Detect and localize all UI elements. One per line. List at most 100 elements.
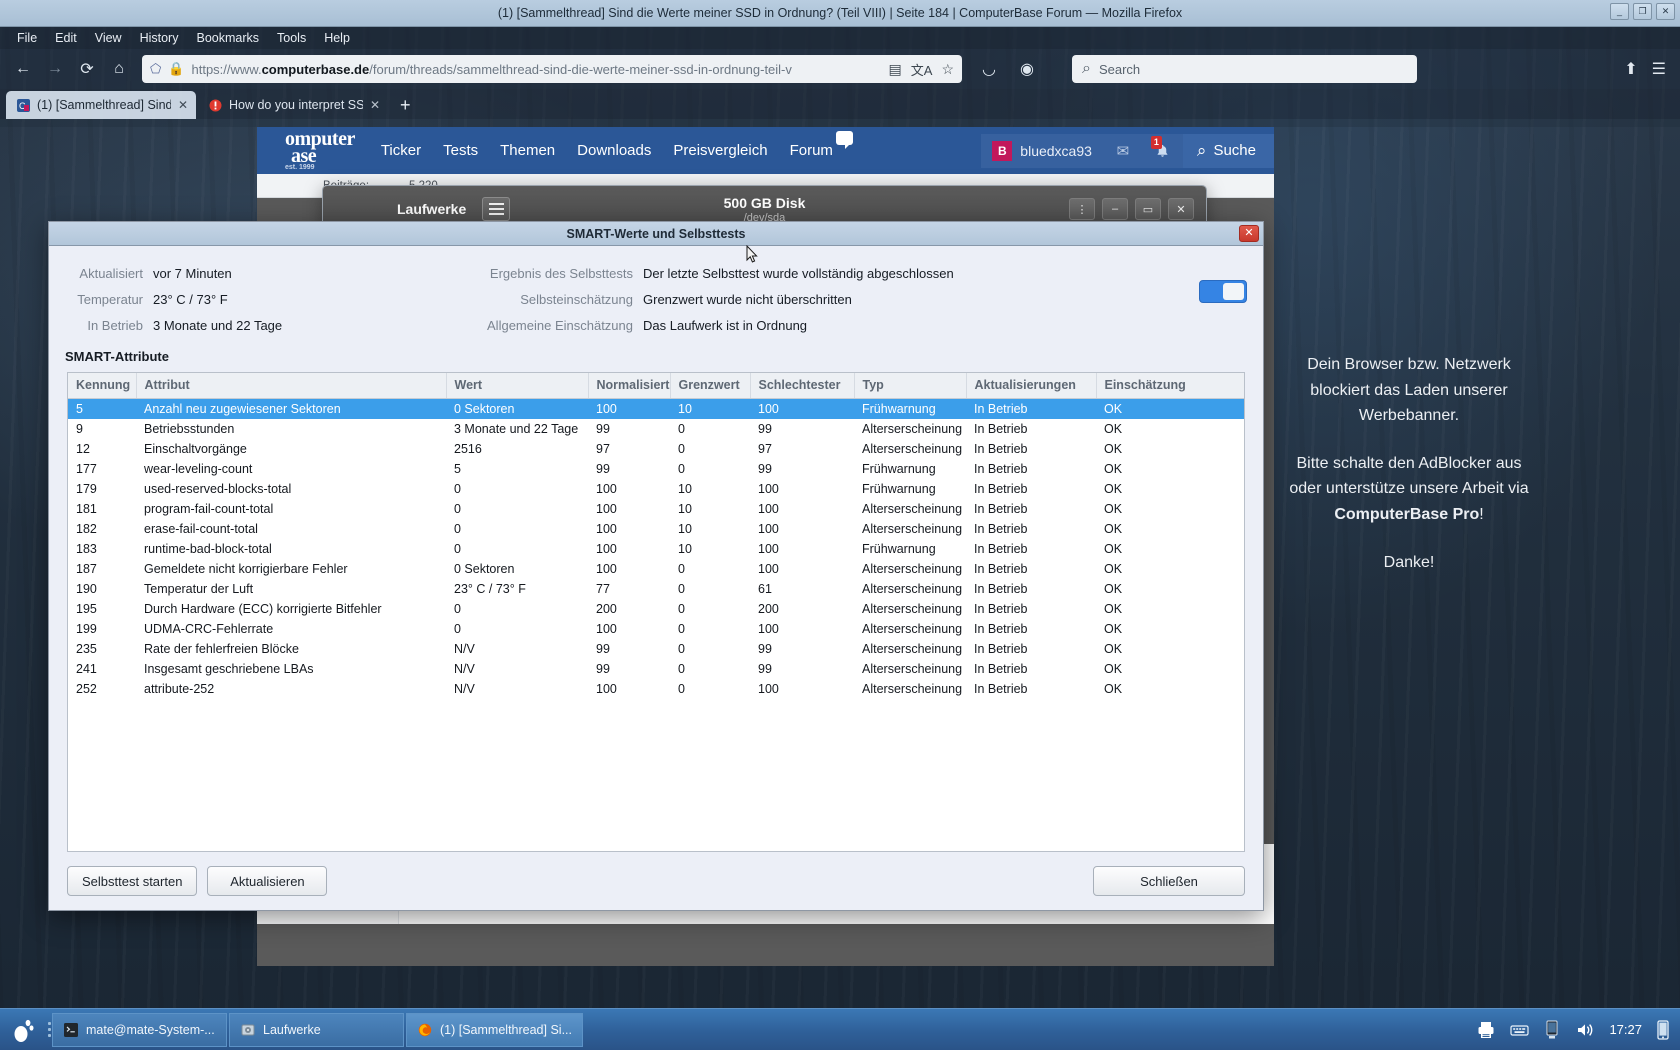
app-menu-icon[interactable]: ☰: [1652, 59, 1666, 79]
table-row[interactable]: 187 Gemeldete nicht korrigierbare Fehler 0…: [68, 559, 1244, 579]
cell-normalisiert: 99: [596, 462, 610, 476]
dialog-close-icon[interactable]: ✕: [1239, 225, 1259, 242]
reload-icon[interactable]: ⟳: [72, 54, 102, 84]
nav-themen[interactable]: Themen: [500, 142, 555, 159]
maximize-button[interactable]: ❐: [1633, 3, 1652, 20]
keyboard-icon[interactable]: [1510, 1022, 1530, 1038]
start-menu-button[interactable]: [0, 1009, 46, 1050]
nav-ticker[interactable]: Ticker: [381, 142, 421, 159]
pocket-icon[interactable]: ◡: [974, 54, 1004, 84]
minimize-button[interactable]: _: [1610, 3, 1629, 20]
column-header-normalisiert[interactable]: Normalisiert: [588, 373, 671, 399]
translate-icon[interactable]: 文A: [911, 60, 933, 79]
tab-label: (1) [Sammelthread] Sind: [37, 98, 171, 112]
cell-einschaetzung: OK: [1104, 542, 1123, 556]
table-row[interactable]: 252 attribute-252 N/V 100 0 100 Alterserschein…: [68, 679, 1244, 699]
address-bar[interactable]: ⬠ 🔒 https://www.computerbase.de/forum/th…: [142, 55, 962, 83]
display-icon[interactable]: [1543, 1020, 1561, 1040]
tab-sammelthread[interactable]: C (1) [Sammelthread] Sind ✕: [6, 91, 196, 119]
menu-view[interactable]: View: [86, 29, 131, 47]
cell-schlechtester: 100: [758, 482, 779, 496]
column-header-typ[interactable]: Typ: [854, 373, 967, 399]
dialog-close-button[interactable]: Schließen: [1093, 866, 1245, 896]
tab-close-icon[interactable]: ✕: [370, 98, 380, 112]
user-menu[interactable]: B bluedxca93: [981, 133, 1103, 168]
clock[interactable]: 17:27: [1609, 1022, 1642, 1037]
table-row[interactable]: 9 Betriebsstunden 3 Monate und 22 Tage 99 0 9…: [68, 419, 1244, 439]
smart-enabled-toggle[interactable]: [1199, 280, 1247, 303]
column-header-grenzwert[interactable]: Grenzwert: [670, 373, 751, 399]
menu-history[interactable]: History: [131, 29, 188, 47]
cell-wert: 3 Monate und 22 Tage: [454, 422, 579, 436]
smart-attributes-table-wrapper[interactable]: Kennung Attribut Wert Normalisiert Grenz…: [67, 372, 1245, 852]
column-header-wert[interactable]: Wert: [446, 373, 589, 399]
new-tab-button[interactable]: +: [390, 95, 421, 119]
nav-tests[interactable]: Tests: [443, 142, 478, 159]
site-search-button[interactable]: ⌕ Suche: [1182, 133, 1274, 168]
extensions-icon[interactable]: ⬆: [1624, 59, 1637, 79]
column-header-kennung[interactable]: Kennung: [68, 373, 137, 399]
column-header-einschaetzung[interactable]: Einschätzung: [1096, 373, 1244, 399]
computerbase-logo[interactable]: omputer ase est. 1999: [285, 129, 355, 171]
table-row[interactable]: 12 Einschaltvorgänge 2516 97 0 97 Altersersche…: [68, 439, 1244, 459]
notifications-icon[interactable]: 1: [1142, 133, 1183, 168]
nav-forum[interactable]: Forum: [790, 131, 853, 159]
menu-tools[interactable]: Tools: [268, 29, 315, 47]
back-icon[interactable]: ←: [8, 54, 38, 84]
table-row[interactable]: 195 Durch Hardware (ECC) korrigierte Bitf…: [68, 599, 1244, 619]
tab-ssd-interpret[interactable]: How do you interpret SSD ✕: [198, 91, 388, 119]
cell-attribut: used-reserved-blocks-total: [144, 482, 292, 496]
taskbar-item-firefox[interactable]: (1) [Sammelthread] Si...: [406, 1012, 583, 1047]
table-row[interactable]: 190 Temperatur der Luft 23° C / 73° F 77 0 61…: [68, 579, 1244, 599]
disks-close-button[interactable]: ✕: [1168, 198, 1194, 220]
cell-attribut: runtime-bad-block-total: [144, 542, 272, 556]
table-row[interactable]: 235 Rate der fehlerfreien Blöcke N/V 99 0 99 A…: [68, 639, 1244, 659]
forward-icon[interactable]: →: [40, 54, 70, 84]
table-row[interactable]: 181 program-fail-count-total 0 100 10 100 Alte…: [68, 499, 1244, 519]
table-row[interactable]: 177 wear-leveling-count 5 99 0 99 Frühwarnung I…: [68, 459, 1244, 479]
table-row[interactable]: 182 erase-fail-count-total 0 100 10 100 Alters…: [68, 519, 1244, 539]
tab-close-icon[interactable]: ✕: [178, 98, 188, 112]
reader-mode-icon[interactable]: ▤: [889, 61, 902, 78]
more-options-icon[interactable]: ⋮: [1069, 198, 1095, 220]
menu-bar: File Edit View History Bookmarks Tools H…: [0, 27, 1680, 49]
hamburger-icon[interactable]: [482, 197, 511, 221]
url-domain: computerbase.de: [261, 61, 370, 77]
column-header-attribut[interactable]: Attribut: [136, 373, 447, 399]
menu-file[interactable]: File: [8, 29, 46, 47]
column-header-schlechtester[interactable]: Schlechtester: [750, 373, 855, 399]
menu-edit[interactable]: Edit: [46, 29, 86, 47]
printer-icon[interactable]: [1476, 1020, 1496, 1040]
table-row[interactable]: 183 runtime-bad-block-total 0 100 10 100 Frühw…: [68, 539, 1244, 559]
computerbase-pro-link[interactable]: ComputerBase Pro: [1334, 506, 1479, 523]
table-row[interactable]: 241 Insgesamt geschriebene LBAs N/V 99 0 99 Al…: [68, 659, 1244, 679]
close-button[interactable]: ✕: [1656, 3, 1675, 20]
address-bar-icons: ▤ 文A ☆: [889, 60, 954, 79]
taskbar-item-terminal[interactable]: mate@mate-System-...: [52, 1012, 227, 1047]
table-body: 5 Anzahl neu zugewiesener Sektoren 0 Sekto…: [68, 398, 1244, 700]
bookmark-star-icon[interactable]: ☆: [941, 61, 954, 78]
start-selftest-button[interactable]: Selbsttest starten: [67, 866, 198, 896]
home-icon[interactable]: ⌂: [104, 54, 134, 84]
cell-aktualisierungen: In Betrieb: [974, 522, 1028, 536]
nav-downloads[interactable]: Downloads: [577, 142, 651, 159]
cell-attribut: attribute-252: [144, 682, 215, 696]
table-row[interactable]: 179 used-reserved-blocks-total 0 100 10 100 Fr…: [68, 479, 1244, 499]
account-icon[interactable]: ◉: [1012, 54, 1042, 84]
search-bar[interactable]: ⌕ Search: [1072, 55, 1417, 83]
menu-help[interactable]: Help: [315, 29, 359, 47]
nav-preisvergleich[interactable]: Preisvergleich: [673, 142, 767, 159]
column-header-aktualisierungen[interactable]: Aktualisierungen: [966, 373, 1097, 399]
taskbar-item-disks[interactable]: Laufwerke: [229, 1012, 404, 1047]
toolbar-right: ◡ ◉ ⌕ Search ⬆ ☰: [974, 54, 1672, 84]
volume-icon[interactable]: [1575, 1021, 1595, 1039]
disks-minimize-button[interactable]: –: [1102, 198, 1128, 220]
table-row[interactable]: 5 Anzahl neu zugewiesener Sektoren 0 Sekto…: [68, 398, 1244, 419]
mail-icon[interactable]: ✉: [1102, 133, 1143, 168]
menu-bookmarks[interactable]: Bookmarks: [187, 29, 268, 47]
table-row[interactable]: 199 UDMA-CRC-Fehlerrate 0 100 0 100 Altersersc…: [68, 619, 1244, 639]
battery-icon[interactable]: [1656, 1019, 1670, 1041]
adblock-notice-post: !: [1479, 505, 1484, 523]
refresh-button[interactable]: Aktualisieren: [207, 866, 328, 896]
disks-maximize-button[interactable]: ▭: [1135, 198, 1161, 220]
